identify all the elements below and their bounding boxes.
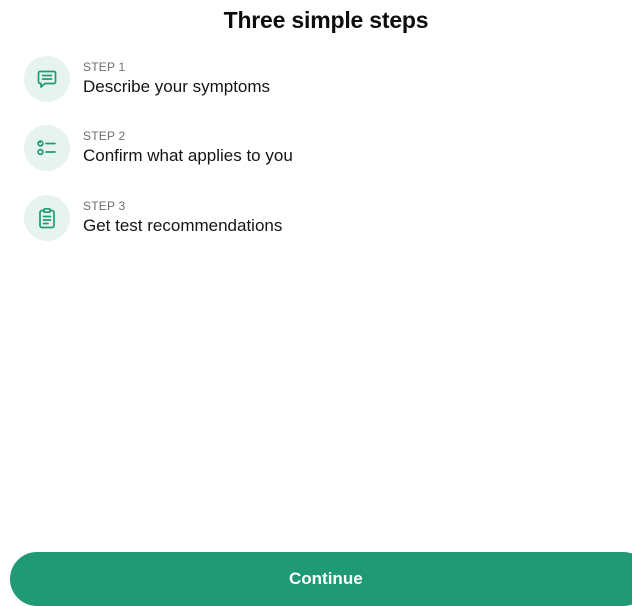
step-item-1: STEP 1 Describe your symptoms <box>24 56 584 104</box>
step-kicker: STEP 3 <box>83 199 126 213</box>
step-kicker: STEP 2 <box>83 129 126 143</box>
step-text: Confirm what applies to you <box>83 146 293 165</box>
step-kicker: STEP 1 <box>83 60 126 74</box>
step-item-3: STEP 3 Get test recommendations <box>24 195 584 243</box>
page-title: Three simple steps <box>223 7 429 33</box>
continue-button[interactable]: Continue <box>10 552 632 606</box>
step-item-2: STEP 2 Confirm what applies to you <box>24 125 584 173</box>
checklist-icon <box>24 125 70 171</box>
step-text: Describe your symptoms <box>83 77 271 96</box>
clipboard-icon <box>24 195 70 241</box>
chat-icon <box>24 56 70 102</box>
continue-button-label: Continue <box>289 569 363 588</box>
step-text: Get test recommendations <box>83 216 283 235</box>
